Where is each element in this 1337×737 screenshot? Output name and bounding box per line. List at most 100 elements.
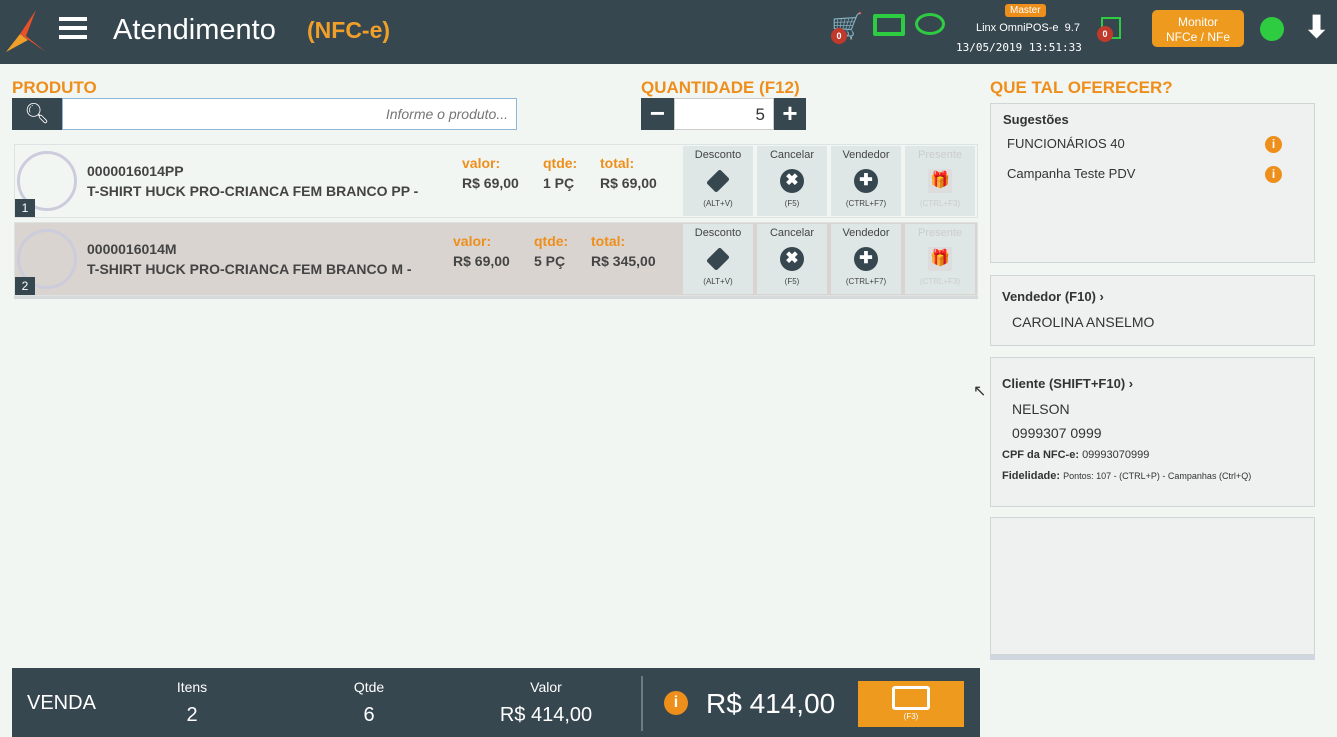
- produto-label: PRODUTO: [12, 78, 97, 97]
- gift-icon: 🎁: [928, 247, 952, 271]
- info-icon[interactable]: i: [1265, 136, 1282, 153]
- list-divider: [14, 296, 978, 299]
- action-shortcut: (F5): [784, 199, 800, 208]
- download-arrow-icon[interactable]: ⬇: [1304, 10, 1329, 45]
- logo-icon: [6, 10, 46, 52]
- total-label: total:: [600, 155, 635, 171]
- action-label: Cancelar: [769, 227, 815, 239]
- item-code: 0000016014M: [87, 241, 177, 257]
- globe-icon[interactable]: [1260, 17, 1284, 41]
- monitor-icon[interactable]: [873, 14, 905, 36]
- action-shortcut: (CTRL+F3): [919, 277, 961, 286]
- pay-button[interactable]: (F3): [858, 681, 964, 727]
- gift-icon: 🎁: [928, 169, 952, 193]
- chevron-right-icon: ›: [1099, 289, 1104, 304]
- vendedor-action-button[interactable]: Vendedor ✚ (CTRL+F7): [831, 146, 901, 216]
- action-label: Cancelar: [769, 149, 815, 161]
- suggestion-item[interactable]: Campanha Teste PDV: [1007, 166, 1135, 181]
- item-total: R$ 345,00: [591, 253, 656, 269]
- action-label: Desconto: [694, 149, 742, 161]
- gift-action-button: Presente 🎁 (CTRL+F3): [905, 146, 975, 216]
- itens-label: Itens: [176, 679, 208, 695]
- action-label: Vendedor: [842, 149, 890, 161]
- venda-label: VENDA: [27, 692, 96, 714]
- valor-label: valor:: [453, 233, 492, 249]
- item-description: T-SHIRT HUCK PRO-CRIANCA FEM BRANCO PP -: [87, 183, 419, 199]
- monitor-line2: NFCe / NFe: [1165, 30, 1230, 44]
- item-valor: R$ 69,00: [453, 253, 510, 269]
- info-icon[interactable]: i: [1265, 166, 1282, 183]
- vendedor-icon: ✚: [854, 169, 878, 193]
- cliente-doc: 0999307 0999: [1012, 425, 1102, 441]
- pay-key: (F3): [903, 712, 919, 721]
- action-shortcut: (CTRL+F7): [845, 277, 887, 286]
- item-number: 1: [15, 199, 35, 217]
- vendedor-label: Vendedor (F10): [1002, 289, 1096, 304]
- vendedor-icon: ✚: [854, 247, 878, 271]
- vendedor-name: CAROLINA ANSELMO: [1012, 314, 1155, 330]
- documents-badge: 0: [1097, 26, 1113, 42]
- cancel-action-button[interactable]: Cancelar ✖ (F5): [757, 224, 827, 294]
- app-name: Linx OmniPOS-e: [976, 22, 1059, 34]
- discount-action-button[interactable]: Desconto (ALT+V): [683, 224, 753, 294]
- cliente-label: Cliente (SHIFT+F10): [1002, 376, 1126, 391]
- monitor-line1: Monitor: [1177, 15, 1218, 29]
- cash-icon: [892, 686, 930, 710]
- cancel-icon: ✖: [780, 169, 804, 193]
- suggestions-card: Sugestões FUNCIONÁRIOS 40 i Campanha Tes…: [990, 103, 1315, 263]
- cancel-action-button[interactable]: Cancelar ✖ (F5): [757, 146, 827, 216]
- fidelidade-value: Pontos: 107 - (CTRL+P) - Campanhas (Ctrl…: [1063, 471, 1252, 481]
- empty-card: [990, 517, 1315, 655]
- cliente-card[interactable]: Cliente (SHIFT+F10) › NELSON 0999307 099…: [990, 357, 1315, 507]
- item-qtde: 5 PÇ: [534, 253, 566, 269]
- item-valor: R$ 69,00: [462, 175, 519, 191]
- qtde-label: Qtde: [353, 679, 385, 695]
- chevron-right-icon: ›: [1128, 376, 1134, 391]
- datetime: 13/05/2019 13:51:33: [956, 41, 1082, 54]
- role-badge: Master: [1005, 4, 1046, 17]
- monitor-nfce-button[interactable]: Monitor NFCe / NFe: [1152, 10, 1244, 47]
- vendedor-action-button[interactable]: Vendedor ✚ (CTRL+F7): [831, 224, 901, 294]
- action-label: Vendedor: [842, 227, 890, 239]
- table-row[interactable]: 2 0000016014M T-SHIRT HUCK PRO-CRIANCA F…: [14, 222, 978, 296]
- cliente-name: NELSON: [1012, 401, 1070, 417]
- sale-footer: VENDA Itens 2 Qtde 6 Valor R$ 414,00 i R…: [12, 668, 980, 737]
- page-title: Atendimento: [113, 14, 276, 46]
- action-label: Desconto: [694, 227, 742, 239]
- valor-value: R$ 414,00: [499, 704, 593, 726]
- discount-icon: [706, 169, 730, 193]
- cart-badge: 0: [831, 28, 847, 44]
- item-code: 0000016014PP: [87, 163, 184, 179]
- total-label: total:: [591, 233, 626, 249]
- chat-icon[interactable]: [915, 13, 945, 35]
- cpf-label: CPF da NFC-e:: [1002, 449, 1079, 461]
- offer-title: QUE TAL OFERECER?: [990, 78, 1173, 97]
- menu-icon[interactable]: [59, 17, 87, 39]
- table-row[interactable]: 1 0000016014PP T-SHIRT HUCK PRO-CRIANCA …: [14, 144, 978, 218]
- action-label: Presente: [917, 149, 963, 161]
- action-label: Presente: [917, 227, 963, 239]
- action-shortcut: (CTRL+F3): [919, 199, 961, 208]
- gift-action-button: Presente 🎁 (CTRL+F3): [905, 224, 975, 294]
- side-scroll[interactable]: [990, 655, 1315, 660]
- valor-label: valor:: [462, 155, 501, 171]
- top-bar: Atendimento (NFC-e) 🛒 0 Master Linx Omni…: [0, 0, 1337, 64]
- product-search-input[interactable]: [62, 98, 517, 130]
- vendedor-card[interactable]: Vendedor (F10) › CAROLINA ANSELMO: [990, 275, 1315, 346]
- footer-divider: [641, 676, 643, 731]
- discount-action-button[interactable]: Desconto (ALT+V): [683, 146, 753, 216]
- item-total: R$ 69,00: [600, 175, 657, 191]
- decrease-qty-button[interactable]: −: [641, 98, 674, 130]
- qtde-value: 6: [363, 704, 375, 726]
- itens-value: 2: [186, 704, 198, 726]
- item-number: 2: [15, 277, 35, 295]
- valor-label: Valor: [530, 679, 562, 695]
- suggestion-item[interactable]: FUNCIONÁRIOS 40: [1007, 136, 1125, 151]
- qtde-label: qtde:: [543, 155, 578, 171]
- search-button[interactable]: 🔍︎: [12, 98, 62, 130]
- quantity-input[interactable]: 5: [674, 98, 774, 130]
- increase-qty-button[interactable]: +: [774, 98, 806, 130]
- suggestions-title: Sugestões: [1003, 112, 1069, 127]
- info-icon[interactable]: i: [664, 691, 688, 715]
- quantidade-label: QUANTIDADE (F12): [641, 78, 800, 97]
